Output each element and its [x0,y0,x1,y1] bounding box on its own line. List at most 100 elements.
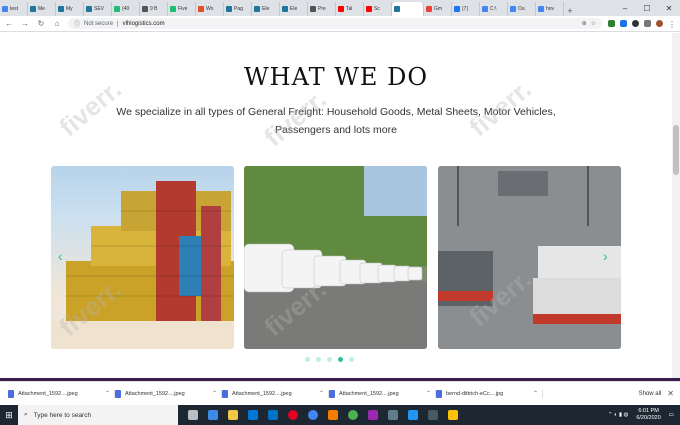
address-bar: ← → ↻ ⌂ ⓘ Not secure | vlhlogistics.com … [0,16,680,32]
tab-label: Tal [346,6,353,12]
chrome-icon[interactable] [308,410,318,420]
browser-tab[interactable]: Gm [424,2,452,16]
browser-tab[interactable]: hov [536,2,564,16]
tab-label: hov [546,6,555,12]
file-icon [222,389,228,398]
maximize-button[interactable]: ☐ [636,4,658,13]
windows-start-icon[interactable]: ⊞ [0,410,18,421]
slider-next-icon[interactable]: › [603,248,608,264]
tab-label: Ele [262,6,270,12]
page-subtitle: We specialize in all types of General Fr… [116,106,556,136]
extensions: ⋮ [608,20,676,29]
favicon-icon [426,6,432,12]
browser-tab[interactable]: Wo [196,2,224,16]
bookmark-star-icon[interactable]: ☆ [591,20,596,27]
app-icon[interactable] [448,410,458,420]
browser-tab[interactable]: Me [28,2,56,16]
back-icon[interactable]: ← [4,19,14,28]
browser-tab[interactable]: SEV [84,2,112,16]
extension-icon[interactable] [620,20,627,27]
edge-icon[interactable] [208,410,218,420]
download-item[interactable]: bernd-dittrich-eCc....jpg ⌃ [436,389,543,398]
show-all-button[interactable]: Show all [639,391,668,397]
chevron-up-icon[interactable]: ⌃ [212,390,217,397]
app-icon[interactable] [388,410,398,420]
store-icon[interactable] [248,410,258,420]
slide-image-containers[interactable] [51,166,234,349]
tab-strip: test Me My SEV (40 9 B Five Wo Pag Ele Ele Pre Tal Sc… [0,0,680,16]
clock[interactable]: 6:01 PM 6/20/2020 [636,408,660,422]
app-icon[interactable] [368,410,378,420]
chevron-up-icon[interactable]: ⌃ [105,390,110,397]
browser-tab[interactable]: C:\ [480,2,508,16]
file-icon [436,389,442,398]
puzzle-icon[interactable] [644,20,651,27]
favicon-icon [394,6,400,12]
vlc-icon[interactable] [328,410,338,420]
notification-icon[interactable]: ▭ [669,412,674,418]
app-icon[interactable] [348,410,358,420]
browser-tab[interactable]: Ele [280,2,308,16]
url-text: vlhlogistics.com [122,20,165,27]
slide-image-port[interactable] [438,166,621,349]
browser-tab[interactable]: Sc [364,2,392,16]
taskbar-search-input[interactable]: ⌕ Type here to search [18,405,178,425]
menu-icon[interactable]: ⋮ [668,20,676,29]
download-item[interactable]: Attachment_1592....jpeg ⌃ [8,389,115,398]
browser-tab[interactable]: Five [168,2,196,16]
app-icon[interactable] [428,410,438,420]
scrollbar-thumb[interactable] [673,125,679,175]
download-item[interactable]: Attachment_1592....jpeg ⌃ [115,389,222,398]
zoom-icon[interactable]: ⊕ [582,20,587,27]
browser-tab[interactable]: Pag [224,2,252,16]
chevron-up-icon[interactable]: ⌃ [533,390,538,397]
page-scrollbar[interactable] [672,33,680,378]
chevron-up-icon[interactable]: ⌃ [426,390,431,397]
close-button[interactable]: ✕ [658,4,680,13]
slider-dot[interactable] [338,357,343,362]
extension-icon[interactable] [608,20,615,27]
browser-tab[interactable] [392,2,424,16]
avatar[interactable] [656,20,663,27]
folder-icon[interactable] [228,410,238,420]
browser-tab[interactable]: (7) [452,2,480,16]
app-icon[interactable] [408,410,418,420]
close-icon[interactable]: ✕ [667,389,680,398]
slide-image-vans[interactable] [244,166,427,349]
browser-tab[interactable]: test [0,2,28,16]
reload-icon[interactable]: ↻ [36,19,46,28]
browser-tab[interactable]: (40 [112,2,140,16]
tab-label: Ou [518,6,525,12]
window-controls: – ☐ ✕ [614,0,680,16]
download-item[interactable]: Attachment_1592....jpeg ⌃ [222,389,329,398]
slider-prev-icon[interactable]: ‹ [58,248,63,264]
tray-icons[interactable]: ⌃ ◐ ▮ ◍ [608,412,628,418]
tab-label: (40 [122,6,130,12]
info-icon[interactable]: ⓘ [74,19,80,28]
download-filename: Attachment_1592....jpeg [125,390,185,397]
browser-tab[interactable]: 9 B [140,2,168,16]
slider-dot[interactable] [349,357,354,362]
browser-tab[interactable]: Ele [252,2,280,16]
browser-tab[interactable]: Ou [508,2,536,16]
download-filename: bernd-dittrich-eCc....jpg [446,390,504,397]
forward-icon[interactable]: → [20,19,30,28]
new-tab-button[interactable]: + [564,6,576,16]
download-item[interactable]: Attachment_1592....jpeg ⌃ [329,389,436,398]
tab-label: Pag [234,6,243,12]
home-icon[interactable]: ⌂ [52,19,62,28]
browser-tab[interactable]: My [56,2,84,16]
chevron-up-icon[interactable]: ⌃ [319,390,324,397]
favicon-icon [58,6,64,12]
url-input[interactable]: ⓘ Not secure | vlhlogistics.com ⊕ ☆ [68,18,602,29]
minimize-button[interactable]: – [614,4,636,13]
slider-dot[interactable] [305,357,310,362]
task-view-icon[interactable] [188,410,198,420]
pinterest-icon[interactable] [288,410,298,420]
mail-icon[interactable] [268,410,278,420]
slider-dot[interactable] [316,357,321,362]
browser-tab[interactable]: Pre [308,2,336,16]
browser-tab[interactable]: Tal [336,2,364,16]
slider-dot[interactable] [327,357,332,362]
extension-icon[interactable] [632,20,639,27]
